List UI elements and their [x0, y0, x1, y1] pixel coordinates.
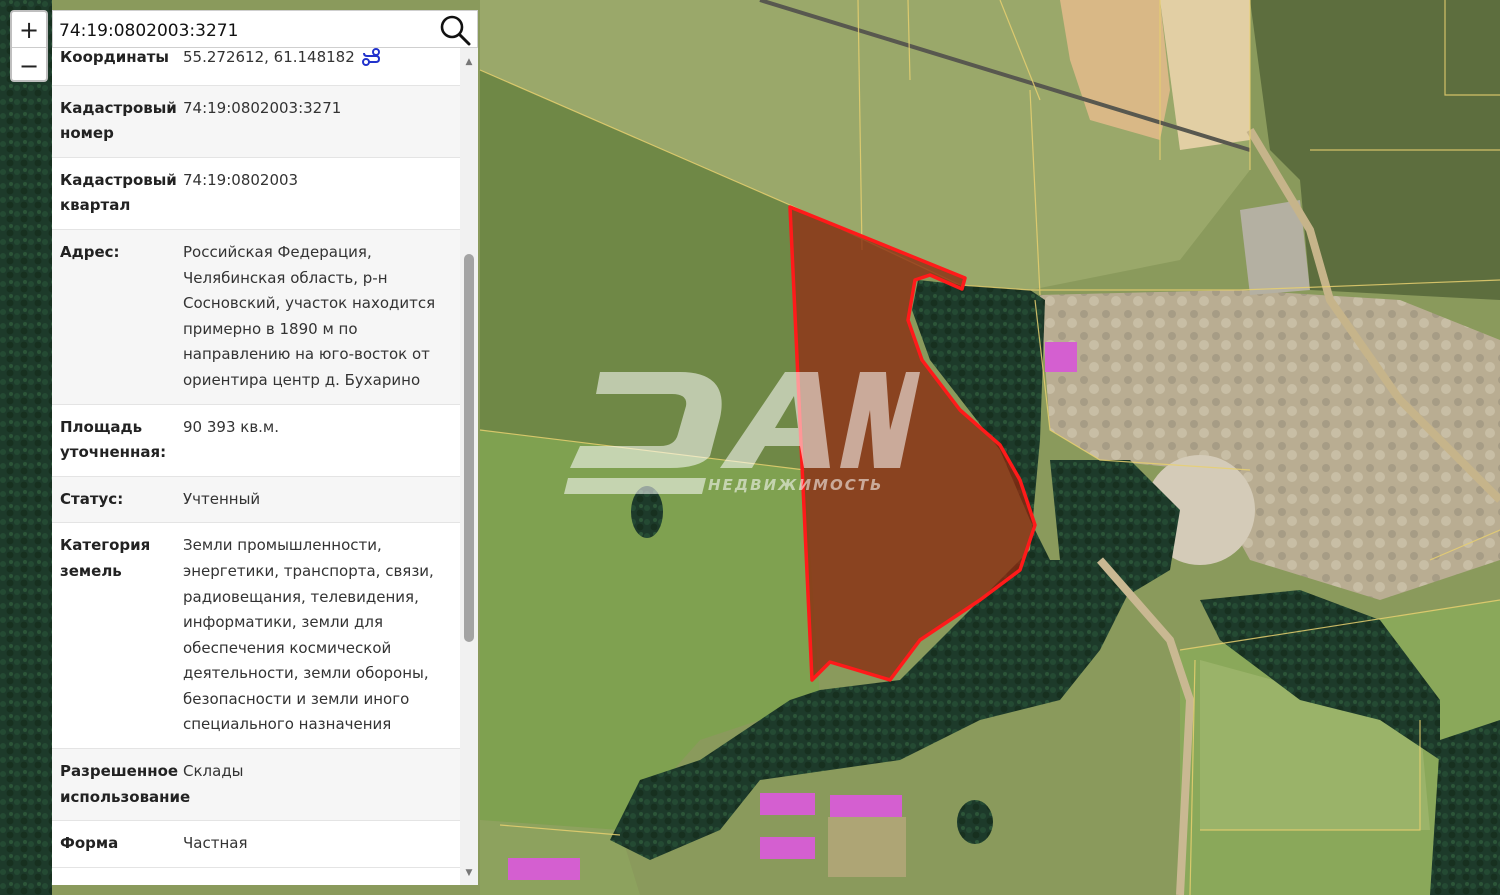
forest-patch-south — [957, 800, 993, 844]
info-value: Учтенный — [183, 489, 261, 508]
info-label: Форма — [60, 834, 119, 853]
info-value: 74:19:0802003 — [183, 170, 299, 189]
info-row-cadastral-quarter: Кадастровый квартал 74:19:0802003 — [52, 157, 460, 230]
info-row-cadastral-number: Кадастровый номер 74:19:0802003:3271 — [52, 85, 460, 158]
info-label: Категория земель — [60, 536, 151, 580]
search-bar — [52, 10, 478, 48]
info-label: Кадастровый номер — [60, 98, 177, 143]
scroll-up-arrow-icon[interactable]: ▲ — [460, 54, 478, 70]
info-label: Разрешенное использование — [60, 762, 191, 806]
info-value: Частная — [183, 834, 248, 853]
info-row-coordinates: Координаты 55.272612, 61.148182 — [52, 48, 460, 86]
info-table: Координаты 55.272612, 61.148182 Кадастро… — [52, 48, 460, 868]
building — [1045, 342, 1077, 372]
zoom-out-button[interactable]: − — [12, 48, 46, 80]
info-row-land-category: Категория земель Земли промышленности, э… — [52, 523, 460, 750]
info-value: 55.272612, 61.148182 — [183, 48, 355, 66]
info-value: 90 393 кв.м. — [183, 417, 280, 436]
search-button[interactable] — [439, 14, 471, 46]
route-icon[interactable] — [361, 48, 381, 75]
info-row-status: Статус: Учтенный — [52, 476, 460, 524]
building — [830, 795, 902, 817]
info-row-address: Адрес: Российская Федерация, Челябинская… — [52, 229, 460, 405]
info-label: Адрес: — [60, 242, 120, 261]
info-value-wrapper: 55.272612, 61.148182 — [183, 48, 460, 85]
info-label: Координаты — [60, 48, 169, 66]
panel-scrollbar[interactable]: ▲ ▼ — [460, 48, 478, 885]
info-value: Склады — [183, 762, 244, 781]
parcel-info-panel[interactable]: Координаты 55.272612, 61.148182 Кадастро… — [52, 48, 478, 885]
forest-far-right — [1430, 720, 1500, 895]
info-value: 74:19:0802003:3271 — [183, 98, 342, 117]
forest-patch-small — [631, 486, 663, 538]
building — [760, 793, 815, 815]
info-value: Российская Федерация, Челябинская област… — [183, 242, 436, 389]
info-label: Кадастровый квартал — [60, 170, 177, 215]
info-label: Площадь уточненная: — [60, 417, 167, 462]
info-row-permitted-use: Разрешенное использование Склады — [52, 749, 460, 822]
building — [508, 858, 580, 880]
info-label: Статус: — [60, 489, 124, 508]
zoom-control: + − — [10, 10, 48, 82]
search-icon — [440, 15, 471, 46]
info-row-ownership-form: Форма Частная — [52, 821, 460, 868]
building-yard — [828, 817, 906, 877]
building — [760, 837, 815, 859]
zoom-in-button[interactable]: + — [12, 12, 46, 48]
scrollbar-thumb[interactable] — [464, 254, 474, 642]
scroll-down-arrow-icon[interactable]: ▼ — [460, 865, 478, 881]
info-row-area: Площадь уточненная: 90 393 кв.м. — [52, 404, 460, 477]
forest-left-edge — [0, 0, 52, 895]
info-value: Земли промышленности, энергетики, трансп… — [183, 536, 434, 734]
search-input[interactable] — [57, 15, 431, 47]
